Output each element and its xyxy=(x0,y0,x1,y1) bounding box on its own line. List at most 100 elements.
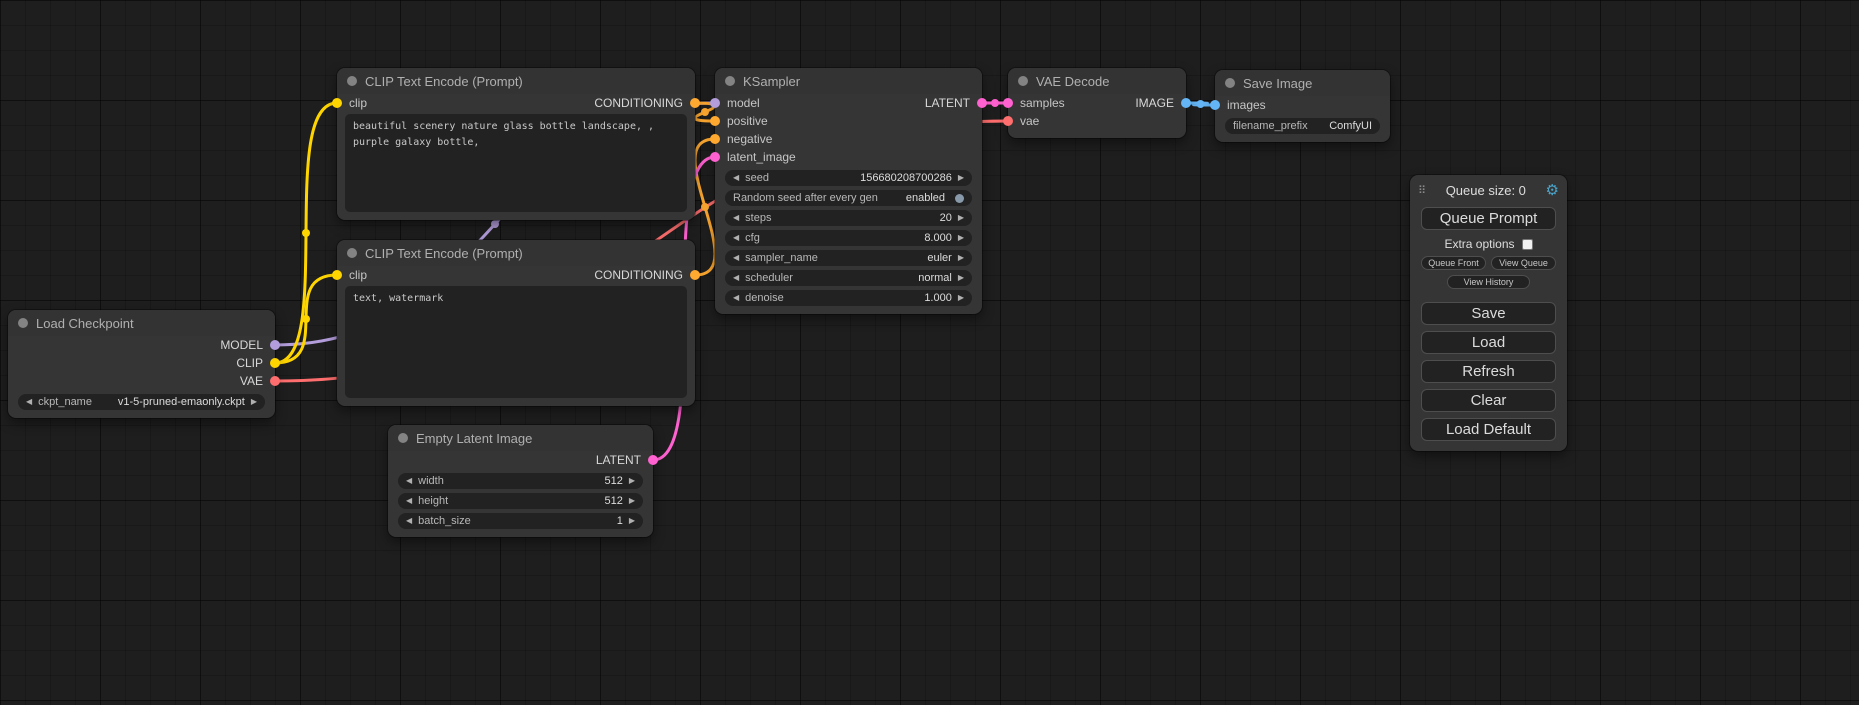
decrement-arrow-icon[interactable]: ◀ xyxy=(733,234,739,242)
seed-widget[interactable]: ◀ seed 156680208700286 ▶ xyxy=(725,170,972,186)
node-empty-latent-image[interactable]: Empty Latent Image LATENT ◀ width 512 ▶ … xyxy=(388,425,653,537)
denoise-widget[interactable]: ◀ denoise 1.000 ▶ xyxy=(725,290,972,306)
model-input-port[interactable] xyxy=(710,98,720,108)
node-title: Empty Latent Image xyxy=(416,431,532,446)
latent-image-input-port[interactable] xyxy=(710,152,720,162)
vae-output-port[interactable] xyxy=(270,376,280,386)
decrement-arrow-icon[interactable]: ◀ xyxy=(733,174,739,182)
node-save-image[interactable]: Save Image images filename_prefix ComfyU… xyxy=(1215,70,1390,142)
decrement-arrow-icon[interactable]: ◀ xyxy=(733,294,739,302)
increment-arrow-icon[interactable]: ▶ xyxy=(958,174,964,182)
node-title-bar[interactable]: CLIP Text Encode (Prompt) xyxy=(337,68,695,94)
node-title-bar[interactable]: Save Image xyxy=(1215,70,1390,96)
widget-label: sampler_name xyxy=(745,252,818,264)
load-default-button[interactable]: Load Default xyxy=(1421,418,1556,441)
negative-input-port[interactable] xyxy=(710,134,720,144)
node-load-checkpoint[interactable]: Load Checkpoint MODEL CLIP VAE ◀ ckpt_na… xyxy=(8,310,275,418)
node-vae-decode[interactable]: VAE Decode samples IMAGE vae xyxy=(1008,68,1186,138)
node-collapse-dot[interactable] xyxy=(1225,78,1235,88)
decrement-arrow-icon[interactable]: ◀ xyxy=(26,398,32,406)
widget-label: steps xyxy=(745,212,771,224)
increment-arrow-icon[interactable]: ▶ xyxy=(958,254,964,262)
node-title-bar[interactable]: CLIP Text Encode (Prompt) xyxy=(337,240,695,266)
output-slot-label: MODEL xyxy=(220,338,263,352)
cfg-widget[interactable]: ◀ cfg 8.000 ▶ xyxy=(725,230,972,246)
increment-arrow-icon[interactable]: ▶ xyxy=(629,477,635,485)
increment-arrow-icon[interactable]: ▶ xyxy=(958,234,964,242)
widget-label: height xyxy=(418,495,448,507)
samples-input-port[interactable] xyxy=(1003,98,1013,108)
drag-handle-icon[interactable]: ⠿ xyxy=(1418,184,1426,197)
positive-prompt-textarea[interactable]: beautiful scenery nature glass bottle la… xyxy=(345,114,687,212)
decrement-arrow-icon[interactable]: ◀ xyxy=(733,274,739,282)
node-title-bar[interactable]: KSampler xyxy=(715,68,982,94)
batch-size-widget[interactable]: ◀ batch_size 1 ▶ xyxy=(398,513,643,529)
decrement-arrow-icon[interactable]: ◀ xyxy=(406,497,412,505)
ckpt-name-widget[interactable]: ◀ ckpt_name v1-5-pruned-emaonly.ckpt ▶ xyxy=(18,394,265,410)
sampler-name-widget[interactable]: ◀ sampler_name euler ▶ xyxy=(725,250,972,266)
node-clip-text-encode-positive[interactable]: CLIP Text Encode (Prompt) clip CONDITION… xyxy=(337,68,695,220)
queue-size-label: Queue size: 0 xyxy=(1426,183,1545,198)
negative-prompt-textarea[interactable]: text, watermark xyxy=(345,286,687,398)
node-clip-text-encode-negative[interactable]: CLIP Text Encode (Prompt) clip CONDITION… xyxy=(337,240,695,406)
save-button[interactable]: Save xyxy=(1421,302,1556,325)
model-output-port[interactable] xyxy=(270,340,280,350)
steps-widget[interactable]: ◀ steps 20 ▶ xyxy=(725,210,972,226)
refresh-button[interactable]: Refresh xyxy=(1421,360,1556,383)
width-widget[interactable]: ◀ width 512 ▶ xyxy=(398,473,643,489)
conditioning-output-port[interactable] xyxy=(690,270,700,280)
node-canvas[interactable]: Load Checkpoint MODEL CLIP VAE ◀ ckpt_na… xyxy=(0,0,1859,705)
decrement-arrow-icon[interactable]: ◀ xyxy=(733,254,739,262)
node-collapse-dot[interactable] xyxy=(18,318,28,328)
decrement-arrow-icon[interactable]: ◀ xyxy=(406,517,412,525)
load-button[interactable]: Load xyxy=(1421,331,1556,354)
output-slot-label: CONDITIONING xyxy=(594,268,683,282)
image-output-port[interactable] xyxy=(1181,98,1191,108)
widget-label: denoise xyxy=(745,292,784,304)
scheduler-widget[interactable]: ◀ scheduler normal ▶ xyxy=(725,270,972,286)
increment-arrow-icon[interactable]: ▶ xyxy=(629,497,635,505)
images-input-port[interactable] xyxy=(1210,100,1220,110)
clip-input-port[interactable] xyxy=(332,270,342,280)
queue-front-button[interactable]: Queue Front xyxy=(1421,256,1486,270)
node-title-bar[interactable]: Empty Latent Image xyxy=(388,425,653,451)
clip-output-port[interactable] xyxy=(270,358,280,368)
node-collapse-dot[interactable] xyxy=(1018,76,1028,86)
node-ksampler[interactable]: KSampler model LATENT positive negative … xyxy=(715,68,982,314)
toggle-on-indicator[interactable] xyxy=(955,194,964,203)
clear-button[interactable]: Clear xyxy=(1421,389,1556,412)
increment-arrow-icon[interactable]: ▶ xyxy=(251,398,257,406)
increment-arrow-icon[interactable]: ▶ xyxy=(629,517,635,525)
comfy-menu-panel[interactable]: ⠿ Queue size: 0 ⚙ Queue Prompt Extra opt… xyxy=(1410,175,1567,451)
vae-input-port[interactable] xyxy=(1003,116,1013,126)
node-collapse-dot[interactable] xyxy=(347,248,357,258)
extra-options-checkbox[interactable] xyxy=(1522,239,1533,250)
decrement-arrow-icon[interactable]: ◀ xyxy=(733,214,739,222)
random-seed-toggle-widget[interactable]: Random seed after every gen enabled xyxy=(725,190,972,206)
node-title-bar[interactable]: Load Checkpoint xyxy=(8,310,275,336)
input-slot-label: images xyxy=(1227,98,1266,112)
clip-input-port[interactable] xyxy=(332,98,342,108)
height-widget[interactable]: ◀ height 512 ▶ xyxy=(398,493,643,509)
queue-prompt-button[interactable]: Queue Prompt xyxy=(1421,207,1556,230)
filename-prefix-widget[interactable]: filename_prefix ComfyUI xyxy=(1225,118,1380,134)
input-slot-label: vae xyxy=(1020,114,1039,128)
node-collapse-dot[interactable] xyxy=(398,433,408,443)
positive-input-port[interactable] xyxy=(710,116,720,126)
settings-gear-icon[interactable]: ⚙ xyxy=(1546,183,1559,198)
increment-arrow-icon[interactable]: ▶ xyxy=(958,214,964,222)
widget-label: cfg xyxy=(745,232,760,244)
node-title-bar[interactable]: VAE Decode xyxy=(1008,68,1186,94)
latent-output-port[interactable] xyxy=(648,455,658,465)
view-history-button[interactable]: View History xyxy=(1447,275,1531,289)
view-queue-button[interactable]: View Queue xyxy=(1491,256,1556,270)
node-collapse-dot[interactable] xyxy=(725,76,735,86)
output-slot-label: CLIP xyxy=(236,356,263,370)
input-slot-label: clip xyxy=(349,96,367,110)
increment-arrow-icon[interactable]: ▶ xyxy=(958,294,964,302)
decrement-arrow-icon[interactable]: ◀ xyxy=(406,477,412,485)
increment-arrow-icon[interactable]: ▶ xyxy=(958,274,964,282)
node-collapse-dot[interactable] xyxy=(347,76,357,86)
latent-output-port[interactable] xyxy=(977,98,987,108)
conditioning-output-port[interactable] xyxy=(690,98,700,108)
